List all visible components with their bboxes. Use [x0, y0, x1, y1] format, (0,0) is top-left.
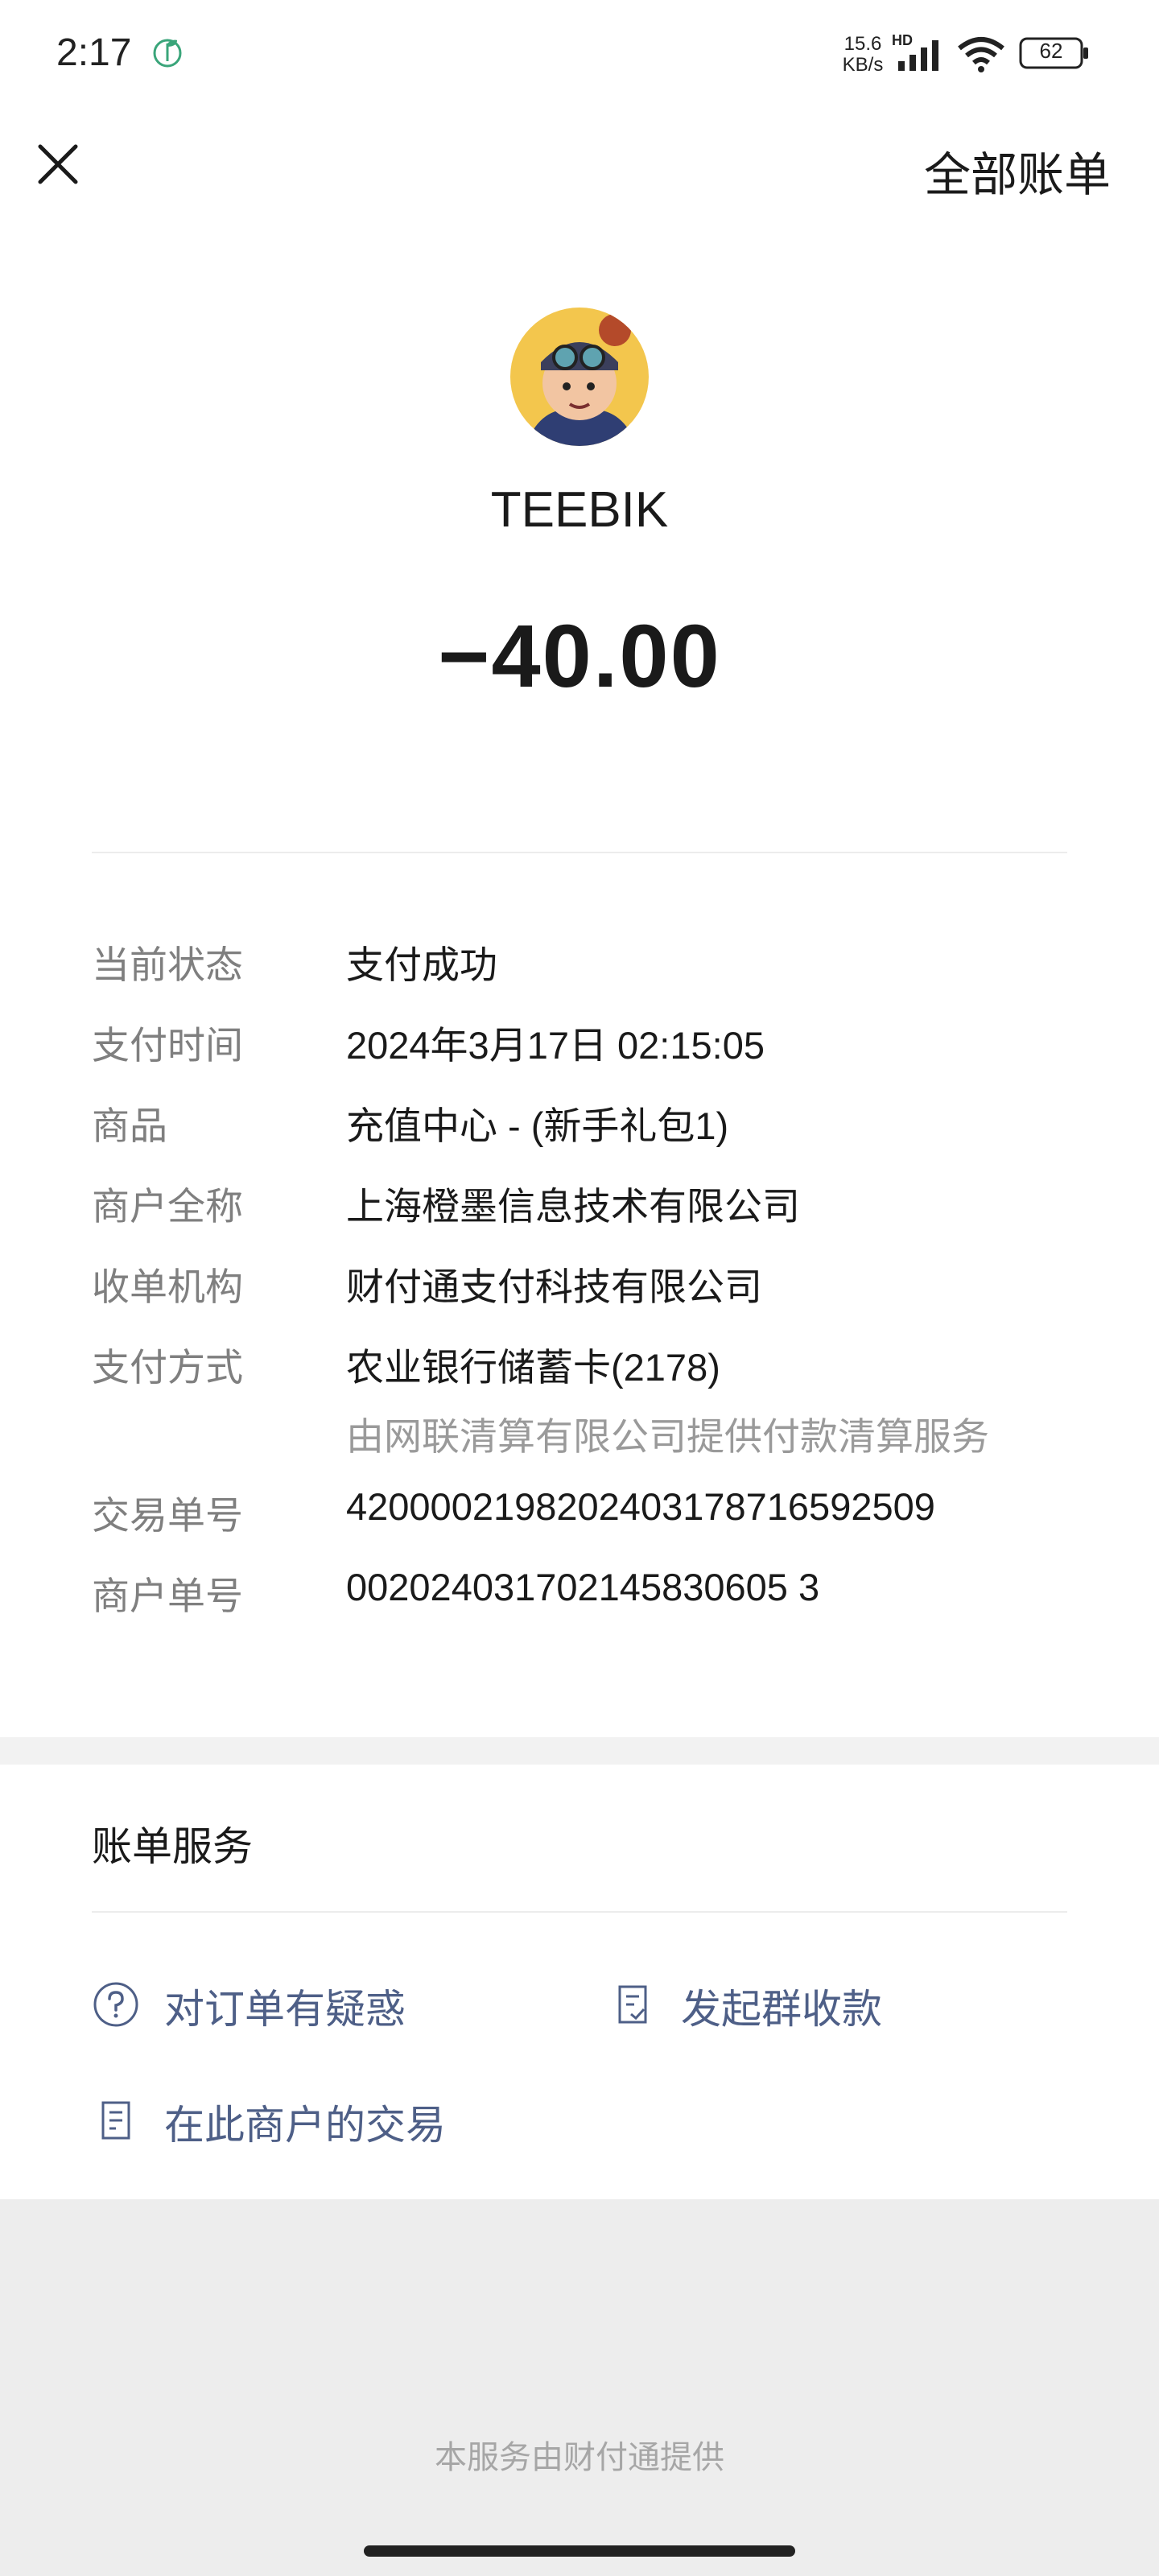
detail-row-acquirer: 收单机构 财付通支付科技有限公司	[92, 1256, 1067, 1312]
home-indicator[interactable]	[364, 2545, 795, 2557]
detail-label: 商品	[92, 1104, 167, 1147]
bill-services: 账单服务 对订单有疑惑 发起群收款 在此商户的交易	[0, 1765, 1159, 2199]
footer: 本服务由财付通提供	[0, 2199, 1159, 2576]
detail-value: 支付成功	[346, 943, 497, 986]
wifi-icon	[958, 37, 1004, 72]
merchant-avatar	[510, 308, 649, 446]
signal-icon	[898, 40, 938, 71]
detail-label: 支付方式	[92, 1346, 243, 1389]
checklist-icon	[618, 1985, 647, 2024]
amount: −40.00	[438, 607, 721, 706]
net-speed-text: 15.6 KB/s	[842, 33, 884, 76]
status-bar: 2:17 15.6 KB/s HD 62	[0, 0, 1159, 106]
merchant-transactions-link[interactable]: 在此商户的交易	[92, 2088, 510, 2153]
detail-value: 财付通支付科技有限公司	[346, 1265, 762, 1308]
detail-row-transaction-no: 交易单号 4200002198202403178716592509	[92, 1484, 1067, 1541]
detail-value[interactable]: 4200002198202403178716592509	[346, 1484, 935, 1529]
detail-label: 商户单号	[92, 1575, 243, 1617]
document-icon	[101, 2101, 130, 2140]
nav-bar: 全部账单	[0, 106, 1159, 235]
detail-value: 2024年3月17日 02:15:05	[346, 1024, 765, 1067]
detail-value: 上海橙墨信息技术有限公司	[346, 1185, 800, 1228]
leaf-charging-icon	[153, 39, 182, 68]
question-icon	[93, 1982, 138, 2027]
all-bills-link[interactable]: 全部账单	[924, 137, 1111, 204]
section-gap	[0, 1737, 1159, 1765]
status-time: 2:17	[56, 31, 132, 74]
battery-level: 62	[1039, 39, 1063, 63]
detail-value: 农业银行储蓄卡(2178)	[346, 1346, 720, 1389]
detail-value[interactable]: 002024031702145830605 3	[346, 1565, 819, 1609]
group-collect-link[interactable]: 发起群收款	[608, 1972, 930, 2037]
detail-label: 商户全称	[92, 1185, 243, 1228]
detail-row-status: 当前状态 支付成功	[92, 934, 1067, 990]
close-icon[interactable]	[32, 138, 84, 190]
merchant-transactions-label: 在此商户的交易	[164, 2103, 446, 2148]
order-question-label: 对订单有疑惑	[164, 1987, 406, 2032]
services-title: 账单服务	[92, 1824, 253, 1869]
detail-value: 充值中心 - (新手礼包1)	[346, 1104, 729, 1147]
detail-label: 当前状态	[92, 943, 243, 986]
detail-label: 收单机构	[92, 1265, 243, 1308]
bill-detail-card: TEEBIK −40.00 当前状态 支付成功 支付时间 2024年3月17日 …	[0, 235, 1159, 1737]
detail-row-merchant-fullname: 商户全称 上海橙墨信息技术有限公司	[92, 1175, 1067, 1232]
merchant-name: TEEBIK	[490, 482, 669, 538]
divider	[92, 1911, 1067, 1913]
detail-label: 交易单号	[92, 1494, 243, 1537]
detail-row-payment-method: 支付方式 农业银行储蓄卡(2178) 由网联清算有限公司提供付款清算服务	[92, 1336, 1067, 1465]
footer-provider-text: 本服务由财付通提供	[435, 2440, 724, 2475]
detail-row-merchant-order-no: 商户单号 002024031702145830605 3	[92, 1565, 1067, 1621]
net-speed: 15.6 KB/s	[839, 34, 887, 76]
clearing-service-note: 由网联清算有限公司提供付款清算服务	[346, 1415, 989, 1458]
group-collect-label: 发起群收款	[681, 1987, 882, 2032]
order-question-link[interactable]: 对订单有疑惑	[92, 1972, 478, 2037]
divider	[92, 852, 1067, 853]
detail-row-product: 商品 充值中心 - (新手礼包1)	[92, 1095, 1067, 1151]
detail-label: 支付时间	[92, 1024, 243, 1067]
detail-row-pay-time: 支付时间 2024年3月17日 02:15:05	[92, 1014, 1067, 1071]
